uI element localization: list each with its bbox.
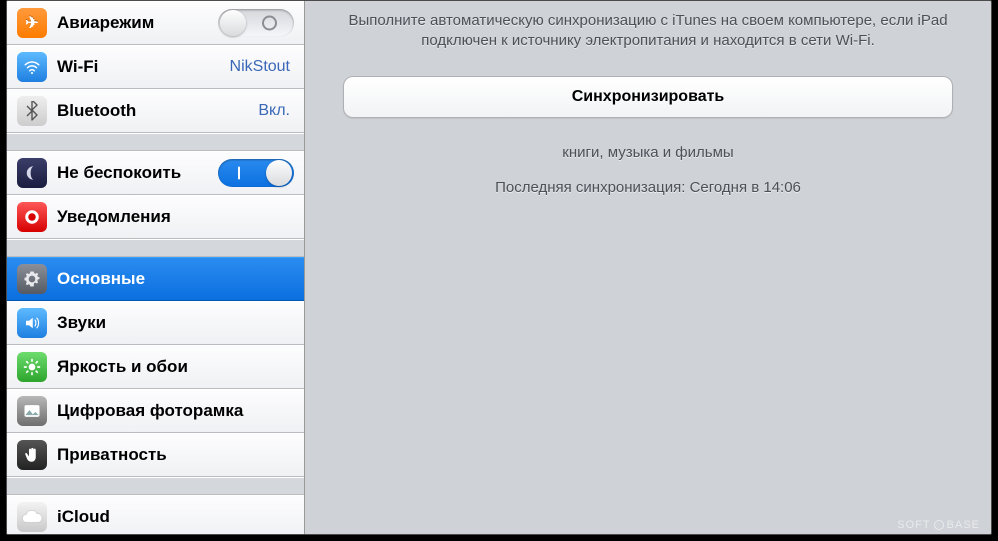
gear-icon [17,264,47,294]
sidebar-item-privacy[interactable]: Приватность [7,433,304,477]
sidebar-item-general[interactable]: Основные [7,257,304,301]
watermark: SOFT ◌ BASE [897,519,980,531]
sidebar-item-label: Не беспокоить [57,163,218,183]
watermark-right: BASE [947,519,980,531]
sidebar-item-brightness[interactable]: Яркость и обои [7,345,304,389]
moon-icon [17,158,47,188]
photo-frame-icon [17,396,47,426]
sync-button[interactable]: Синхронизировать [343,76,953,118]
bluetooth-status-value: Вкл. [258,102,290,120]
sidebar-item-icloud[interactable]: iCloud [7,495,304,534]
cloud-icon [17,502,47,532]
wifi-network-value: NikStout [230,58,290,76]
dnd-toggle[interactable] [218,159,294,187]
sidebar-item-label: Звуки [57,313,294,333]
sidebar-item-notifications[interactable]: Уведомления [7,195,304,239]
sidebar-item-sounds[interactable]: Звуки [7,301,304,345]
sidebar-group-divider [7,477,304,495]
sidebar-item-airplane[interactable]: ✈ Авиарежим [7,1,304,45]
sidebar-item-label: iCloud [57,507,294,527]
sidebar-group-divider [7,133,304,151]
sidebar-item-label: Основные [57,269,294,289]
sidebar-item-label: Яркость и обои [57,357,294,377]
brightness-icon [17,352,47,382]
airplane-toggle[interactable] [218,9,294,37]
settings-window: ✈ Авиарежим Wi-Fi NikStout Bluetooth Вкл… [6,0,992,535]
notifications-icon [17,202,47,232]
toggle-knob [266,160,292,186]
airplane-icon: ✈ [17,8,47,38]
settings-sidebar: ✈ Авиарежим Wi-Fi NikStout Bluetooth Вкл… [7,1,305,534]
sync-description: Выполните автоматическую синхронизацию с… [338,11,958,52]
last-sync-label: Последняя синхронизация: Сегодня в 14:06 [495,179,801,196]
sidebar-item-label: Wi-Fi [57,57,230,77]
sync-content-types: книги, музыка и фильмы [562,144,733,161]
sidebar-item-photoframe[interactable]: Цифровая фоторамка [7,389,304,433]
sidebar-item-label: Авиарежим [57,13,218,33]
toggle-knob [220,10,246,36]
toggle-on-indicator [238,167,240,180]
sidebar-group-divider [7,239,304,257]
sidebar-item-label: Приватность [57,445,294,465]
sidebar-item-wifi[interactable]: Wi-Fi NikStout [7,45,304,89]
sidebar-item-bluetooth[interactable]: Bluetooth Вкл. [7,89,304,133]
wifi-icon [17,52,47,82]
sidebar-item-label: Bluetooth [57,101,258,121]
main-panel: Выполните автоматическую синхронизацию с… [305,1,991,534]
speaker-icon [17,308,47,338]
hand-icon [17,440,47,470]
sync-button-label: Синхронизировать [572,88,725,106]
toggle-off-indicator [262,16,277,31]
watermark-left: SOFT [897,519,930,531]
bluetooth-icon [17,96,47,126]
sidebar-item-label: Цифровая фоторамка [57,401,294,421]
sidebar-item-dnd[interactable]: Не беспокоить [7,151,304,195]
sidebar-item-label: Уведомления [57,207,294,227]
watermark-circle-icon: ◌ [934,520,944,530]
